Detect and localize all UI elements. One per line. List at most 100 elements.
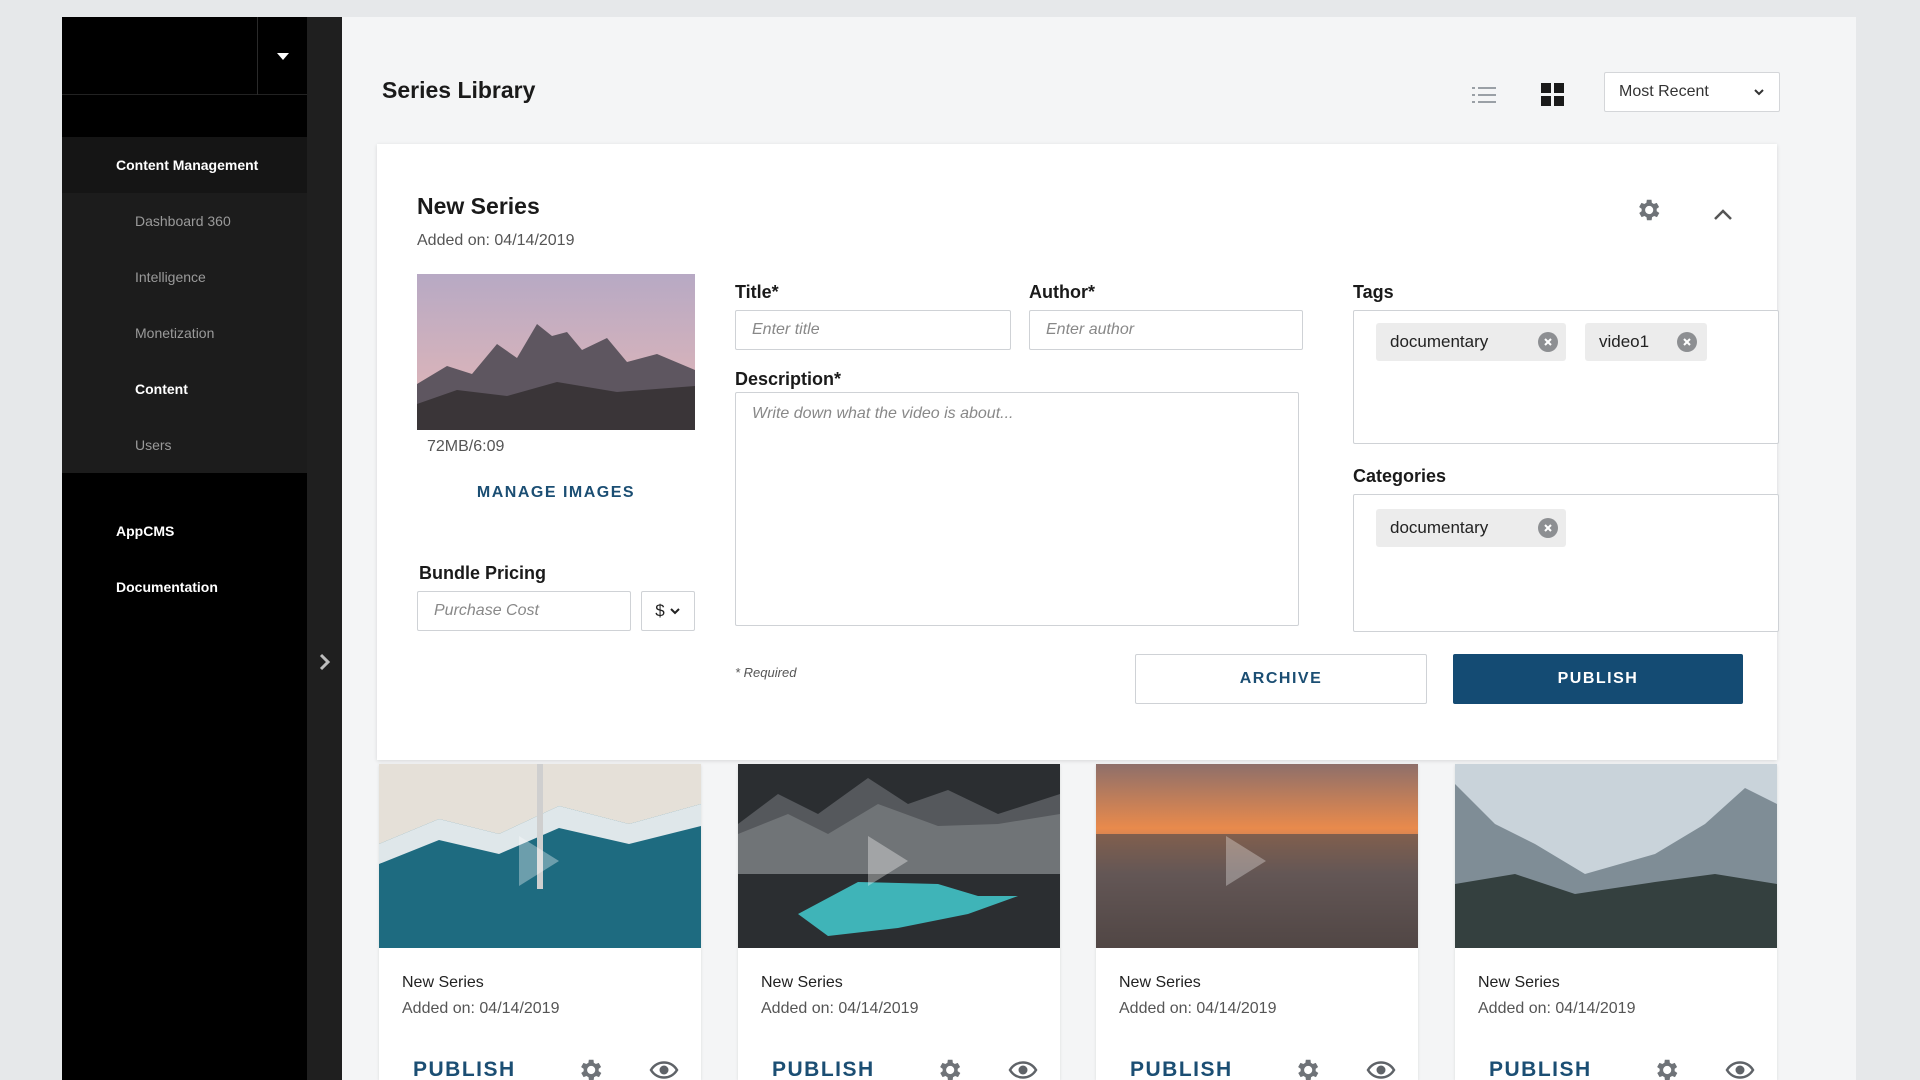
grid-view-button[interactable] (1535, 79, 1571, 111)
remove-tag-button[interactable] (1538, 332, 1558, 352)
tag-chip: documentary (1376, 323, 1566, 361)
required-note: * Required (735, 665, 797, 680)
title-input[interactable]: Enter title (735, 310, 1011, 350)
sidebar-item-intelligence[interactable]: Intelligence (62, 249, 307, 305)
sidebar-section-label: Documentation (116, 579, 218, 595)
sidebar-section-content-management[interactable]: Content Management (62, 137, 307, 193)
tag-chip: video1 (1585, 323, 1707, 361)
sidebar-item-dashboard-360[interactable]: Dashboard 360 (62, 193, 307, 249)
series-card-added-date: Added on: 04/14/2019 (1478, 1000, 1636, 1017)
title-label: Title* (735, 282, 779, 302)
gear-icon (940, 1059, 961, 1080)
series-card-added-date: Added on: 04/14/2019 (761, 1000, 919, 1017)
series-card-publish-button[interactable]: PUBLISH (413, 1058, 516, 1080)
series-card-preview-button[interactable] (649, 1058, 679, 1080)
series-card-title: New Series (1119, 974, 1201, 991)
category-chip-label: documentary (1390, 518, 1489, 537)
series-card[interactable]: New Series Added on: 04/14/2019 PUBLISH (738, 764, 1060, 1080)
bundle-pricing-label: Bundle Pricing (419, 563, 547, 583)
sidebar-item-users[interactable]: Users (62, 417, 307, 473)
tags-label: Tags (1353, 282, 1394, 302)
gear-icon (1657, 1059, 1678, 1080)
sidebar-section-label: Content Management (116, 157, 259, 173)
collapse-card-button[interactable] (1707, 199, 1739, 231)
sidebar-submenu: Dashboard 360 Intelligence Monetization … (62, 193, 307, 473)
eye-icon (649, 1061, 679, 1079)
author-input[interactable]: Enter author (1029, 310, 1303, 350)
file-size-duration: 72MB/6:09 (427, 438, 505, 455)
series-card-publish-button[interactable]: PUBLISH (772, 1058, 875, 1080)
main-content: Series Library Most Recent New Series Ad… (342, 17, 1856, 1080)
account-dropdown-button[interactable] (258, 17, 307, 95)
series-card-preview-button[interactable] (1008, 1058, 1038, 1080)
chevron-right-icon (319, 653, 330, 671)
series-card[interactable]: New Series Added on: 04/14/2019 PUBLISH (1096, 764, 1418, 1080)
sort-selected-value: Most Recent (1619, 83, 1709, 100)
currency-select[interactable]: $ (641, 591, 695, 631)
series-card-title: New Series (1478, 974, 1560, 991)
remove-category-button[interactable] (1538, 518, 1558, 538)
series-name: New Series (417, 193, 540, 219)
categories-label: Categories (1353, 466, 1447, 486)
series-card-settings-button[interactable] (1293, 1056, 1321, 1080)
series-card-publish-button[interactable]: PUBLISH (1130, 1058, 1233, 1080)
tag-chip-label: documentary (1390, 332, 1489, 351)
sort-dropdown[interactable]: Most Recent (1604, 72, 1780, 112)
sidebar-item-content[interactable]: Content (62, 361, 307, 417)
series-card-thumbnail[interactable] (379, 764, 701, 948)
expand-sidebar-button[interactable] (307, 642, 342, 682)
list-view-icon (1472, 87, 1496, 103)
eye-icon (1008, 1061, 1038, 1079)
publish-button[interactable]: PUBLISH (1453, 654, 1743, 704)
series-card-added-date: Added on: 04/14/2019 (402, 1000, 560, 1017)
sidebar-item-label: Monetization (135, 325, 215, 341)
series-card[interactable]: New Series Added on: 04/14/2019 PUBLISH (379, 764, 701, 1080)
description-textarea[interactable]: Write down what the video is about... (735, 392, 1299, 626)
series-card-settings-button[interactable] (935, 1056, 963, 1080)
category-chip: documentary (1376, 509, 1566, 547)
chevron-down-icon (670, 608, 680, 615)
series-card-settings-button[interactable] (1652, 1056, 1680, 1080)
list-view-button[interactable] (1466, 79, 1502, 111)
page-title: Series Library (382, 77, 536, 103)
series-card-settings-button[interactable] (576, 1056, 604, 1080)
sidebar: Content Management Dashboard 360 Intelli… (62, 17, 307, 1080)
remove-tag-button[interactable] (1677, 332, 1697, 352)
series-card-thumbnail[interactable] (1455, 764, 1777, 948)
sidebar-section-appcms[interactable]: AppCMS (62, 503, 307, 559)
sidebar-item-label: Dashboard 360 (135, 213, 231, 229)
eye-icon (1366, 1061, 1396, 1079)
sidebar-rail (307, 17, 342, 1080)
series-card-thumbnail[interactable] (1096, 764, 1418, 948)
caret-down-icon (276, 52, 289, 60)
sidebar-section-documentation[interactable]: Documentation (62, 559, 307, 615)
chevron-up-icon (1714, 209, 1732, 220)
tags-input[interactable]: documentary video1 (1353, 310, 1779, 444)
categories-input[interactable]: documentary (1353, 494, 1779, 632)
settings-button[interactable] (1634, 196, 1666, 228)
close-icon (1683, 338, 1691, 346)
series-card-preview-button[interactable] (1725, 1058, 1755, 1080)
series-card-added-date: Added on: 04/14/2019 (1119, 1000, 1277, 1017)
manage-images-link[interactable]: MANAGE IMAGES (417, 484, 695, 502)
sidebar-item-monetization[interactable]: Monetization (62, 305, 307, 361)
gear-icon (1639, 199, 1660, 221)
purchase-cost-input[interactable]: Purchase Cost (417, 591, 631, 631)
gear-icon (1298, 1059, 1319, 1080)
sidebar-item-label: Users (135, 437, 172, 453)
series-card-preview-button[interactable] (1366, 1058, 1396, 1080)
close-icon (1544, 338, 1552, 346)
series-thumbnail (417, 274, 695, 430)
series-added-date: Added on: 04/14/2019 (417, 232, 575, 249)
series-card-thumbnail[interactable] (738, 764, 1060, 948)
tag-chip-label: video1 (1599, 332, 1650, 351)
sidebar-item-label: Content (135, 381, 188, 397)
series-card[interactable]: New Series Added on: 04/14/2019 PUBLISH (1455, 764, 1777, 1080)
author-label: Author* (1029, 282, 1095, 302)
series-card-title: New Series (402, 974, 484, 991)
series-card-title: New Series (761, 974, 843, 991)
eye-icon (1725, 1061, 1755, 1079)
sidebar-section-label: AppCMS (116, 523, 175, 539)
series-card-publish-button[interactable]: PUBLISH (1489, 1058, 1592, 1080)
archive-button[interactable]: ARCHIVE (1135, 654, 1427, 704)
